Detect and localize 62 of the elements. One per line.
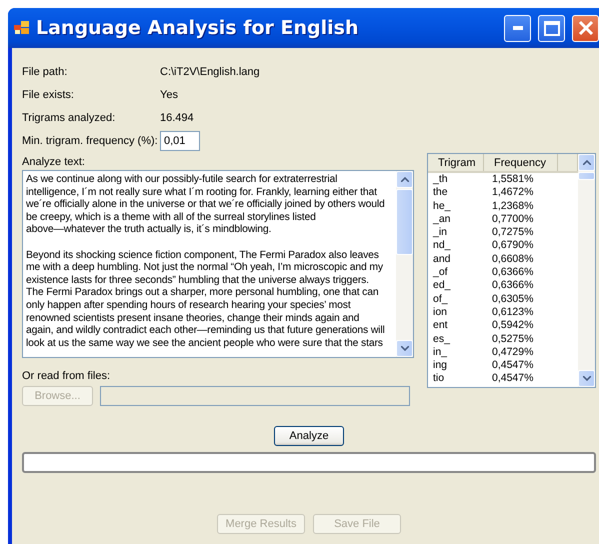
close-button[interactable] (572, 14, 599, 42)
table-cell-text: 0,5275% (492, 332, 534, 346)
field-label: Analyze text: (22, 156, 86, 168)
analyze-button[interactable]: Analyze (274, 426, 344, 446)
table-cell-text: he_ (432, 200, 452, 213)
table-cell-text: 0,6366% (492, 279, 534, 293)
table-cell-text: 0,6123% (492, 306, 534, 320)
table-cell-text: nd_ (432, 239, 452, 253)
table-cell-text: 0,6305% (492, 292, 534, 306)
table-cell-text: 0,4547% (492, 359, 534, 372)
scroll-down-icon[interactable] (582, 376, 590, 381)
field-value: 16.494 (160, 112, 195, 124)
table-cell-text: and (432, 252, 452, 266)
table-cell-text: in_ (432, 346, 448, 360)
field-label: Or read from files: (22, 370, 112, 382)
window-title: Language Analysis for English (36, 17, 360, 39)
table-cell-text: ed_ (432, 279, 452, 293)
field-label: File path: (22, 66, 68, 78)
table-cell-text: ing (432, 359, 448, 372)
table-cell-text: of_ (432, 292, 449, 306)
table-cell-text: 1,4672% (492, 186, 534, 200)
table-cell-text: 0,6366% (492, 266, 534, 280)
field-value: C:\iT2V\English.lang (160, 66, 261, 78)
maximize-icon (544, 20, 560, 36)
table-cell-text: 1,5581% (492, 173, 534, 186)
paragraph: Beyond its shocking science fiction component, The Fermi Paradox also leaves me with a deep humbling. Not just the normal “Oh yeah, I’m microscopic and my existence lasts for three seconds” humbling that the universe always triggers. The Fermi Paradox brings out a sharper, more personal humbling, one that can only happen after spending hours of research hearing your species’ most renowned scientists present insane theories, change their minds again and again, and wildly contradict each other—reminding us that future generations will look at us the same way we see the ancient people who were sure that the stars (26, 250, 386, 350)
table-cell-text: ion (432, 306, 448, 320)
table-cell-text: 0,5942% (492, 319, 534, 333)
maximize-button[interactable] (538, 14, 565, 42)
table-cell-text: es_ (432, 332, 452, 346)
frequency-input[interactable]: 0,01 (160, 130, 200, 150)
field-value: Yes (160, 88, 179, 100)
table-cell-text: 1,2368% (492, 200, 534, 213)
scroll-thumb[interactable] (578, 172, 595, 180)
app-icon (14, 21, 30, 35)
scroll-thumb[interactable] (396, 189, 413, 255)
table-cell-text: 0,6608% (492, 252, 534, 266)
table-cell-text: 0,4729% (492, 346, 534, 360)
field-label: Trigrams analyzed: (22, 112, 116, 124)
table-cell-text: 0,7275% (492, 226, 534, 240)
scroll-up-icon[interactable] (400, 177, 408, 182)
table-cell-text: 0,4547% (492, 372, 534, 386)
table-cell-text: 0,7700% (492, 212, 534, 226)
minimize-icon (512, 26, 522, 30)
column-header[interactable]: Trigram (428, 154, 484, 171)
column-header[interactable]: Frequency (484, 154, 558, 171)
field-label: File exists: (22, 88, 75, 100)
scroll-up-icon[interactable] (582, 160, 590, 165)
table-cell-text: tio (432, 372, 446, 386)
text-area[interactable] (22, 170, 414, 358)
close-icon (578, 20, 594, 36)
field-label: Min. trigram. frequency (%): (22, 134, 159, 146)
table-cell-text: _an (432, 212, 452, 226)
table-cell-text: 0,6790% (492, 239, 534, 253)
table-cell-text: _of (432, 266, 449, 280)
table-cell-text: _in (432, 226, 448, 240)
table-cell-text: the (432, 186, 449, 200)
scroll-down-icon[interactable] (400, 346, 408, 351)
table-cell-text: _th (432, 173, 449, 186)
paragraph: As we continue along with our possibly-futile search for extraterrestrial intelligence, I´m not really sure what I´m rooting for. Frankly, learning either that we´re officially alone in the universe or that we´re officially joined by others would be creepy, which is a theme with all of the surreal storylines listed above—whatever the truth actually is, it´s mindblowing. (26, 174, 386, 237)
minimize-button[interactable] (504, 14, 531, 42)
table-cell-text: ent (432, 319, 449, 333)
